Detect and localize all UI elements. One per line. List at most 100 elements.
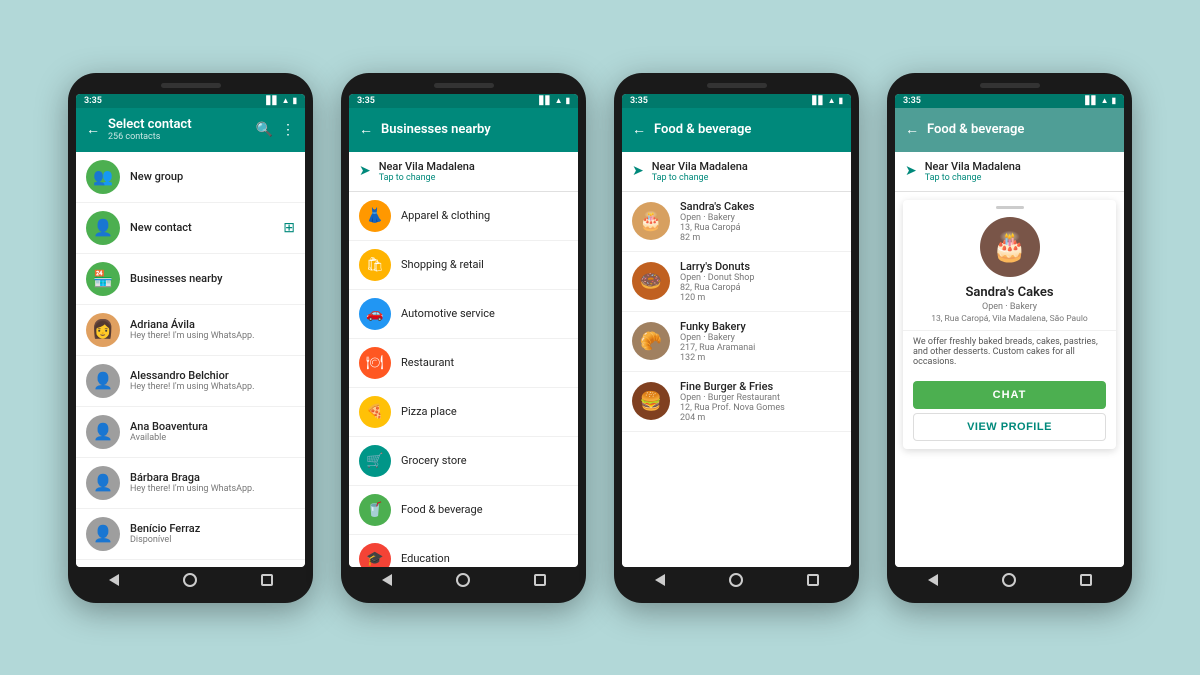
dist-burger: 204 m bbox=[680, 413, 785, 423]
category-pizza[interactable]: 🍕 Pizza place bbox=[349, 388, 578, 437]
status-bar-4: 3:35 ▋▋ ▲ ▮ bbox=[895, 94, 1124, 108]
recent-nav-1[interactable] bbox=[259, 572, 275, 588]
contact-alessandro[interactable]: 👤 Alessandro Belchior Hey there! I'm usi… bbox=[76, 356, 305, 407]
category-education[interactable]: 🎓 Education bbox=[349, 535, 578, 567]
more-icon-1[interactable]: ⋮ bbox=[281, 122, 295, 138]
contact-benicio[interactable]: 👤 Benício Ferraz Disponível bbox=[76, 509, 305, 560]
businesses-nearby-item[interactable]: 🏪 Businesses nearby bbox=[76, 254, 305, 305]
category-auto[interactable]: 🚗 Automotive service bbox=[349, 290, 578, 339]
status-alessandro: Hey there! I'm using WhatsApp. bbox=[130, 382, 254, 392]
search-icon-1[interactable]: 🔍 bbox=[256, 122, 273, 138]
location-info-4: Near Vila Madalena Tap to change bbox=[925, 160, 1021, 183]
category-grocery[interactable]: 🛒 Grocery store bbox=[349, 437, 578, 486]
status-icons-4: ▋▋ ▲ ▮ bbox=[1085, 96, 1116, 105]
back-icon-2[interactable]: ← bbox=[359, 121, 373, 138]
business-sandras[interactable]: 🎂 Sandra's Cakes Open · Bakery 13, Rua C… bbox=[622, 192, 851, 252]
back-nav-1[interactable] bbox=[106, 572, 122, 588]
location-name-4: Near Vila Madalena bbox=[925, 160, 1021, 173]
back-nav-2[interactable] bbox=[379, 572, 395, 588]
app-bar-4: ← Food & beverage bbox=[895, 108, 1124, 152]
avatar-burger: 🍔 bbox=[632, 382, 670, 420]
contact-adriana[interactable]: 👩 Adriana Ávila Hey there! I'm using Wha… bbox=[76, 305, 305, 356]
location-bar-2[interactable]: ➤ Near Vila Madalena Tap to change bbox=[349, 152, 578, 192]
location-icon-3: ➤ bbox=[632, 163, 644, 179]
home-nav-3[interactable] bbox=[728, 572, 744, 588]
contact-ana[interactable]: 👤 Ana Boaventura Available bbox=[76, 407, 305, 458]
category-list: ➤ Near Vila Madalena Tap to change 👗 App… bbox=[349, 152, 578, 567]
recent-nav-4[interactable] bbox=[1078, 572, 1094, 588]
avatar-sandras: 🎂 bbox=[632, 202, 670, 240]
location-info-2: Near Vila Madalena Tap to change bbox=[379, 160, 475, 183]
app-bar-title-1: Select contact 256 contacts bbox=[108, 117, 248, 142]
food-label: Food & beverage bbox=[401, 503, 483, 516]
back-icon-3[interactable]: ← bbox=[632, 121, 646, 138]
auto-label: Automotive service bbox=[401, 307, 495, 320]
status-bar-1: 3:35 ▋▋ ▲ ▮ bbox=[76, 94, 305, 108]
time-3: 3:35 bbox=[630, 96, 648, 106]
info-larrys: Larry's Donuts Open · Donut Shop 82, Rua… bbox=[680, 260, 754, 303]
qr-icon: ⊞ bbox=[283, 220, 295, 236]
category-restaurant[interactable]: 🍽 Restaurant bbox=[349, 339, 578, 388]
new-contact-icon: 👤 bbox=[86, 211, 120, 245]
avatar-ana: 👤 bbox=[86, 415, 120, 449]
home-nav-2[interactable] bbox=[455, 572, 471, 588]
status-icons-1: ▋▋ ▲ ▮ bbox=[266, 96, 297, 105]
view-profile-button[interactable]: VIEW PROFILE bbox=[913, 413, 1106, 441]
detail-type: Open · Bakery bbox=[903, 300, 1116, 314]
location-bar-3[interactable]: ➤ Near Vila Madalena Tap to change bbox=[622, 152, 851, 192]
phone-speaker-4 bbox=[980, 83, 1040, 88]
battery-icon-1: ▮ bbox=[293, 96, 297, 105]
type-sandras: Open · Bakery bbox=[680, 213, 754, 223]
info-sandras: Sandra's Cakes Open · Bakery 13, Rua Car… bbox=[680, 200, 754, 243]
auto-icon: 🚗 bbox=[359, 298, 391, 330]
app-bar-icons-1: 🔍 ⋮ bbox=[256, 122, 295, 138]
recent-nav-2[interactable] bbox=[532, 572, 548, 588]
education-label: Education bbox=[401, 552, 450, 565]
business-larrys[interactable]: 🍩 Larry's Donuts Open · Donut Shop 82, R… bbox=[622, 252, 851, 312]
business-funky[interactable]: 🥐 Funky Bakery Open · Bakery 217, Rua Ar… bbox=[622, 312, 851, 372]
businesses-icon: 🏪 bbox=[86, 262, 120, 296]
contact-barbara[interactable]: 👤 Bárbara Braga Hey there! I'm using Wha… bbox=[76, 458, 305, 509]
nav-bar-3 bbox=[622, 567, 851, 593]
phone-speaker-2 bbox=[434, 83, 494, 88]
contact-douglas[interactable]: 👨 Douglas ✌ bbox=[76, 560, 305, 567]
screen-subtitle-1: 256 contacts bbox=[108, 132, 248, 142]
type-funky: Open · Bakery bbox=[680, 333, 755, 343]
detail-description: We offer freshly baked breads, cakes, pa… bbox=[903, 330, 1116, 373]
home-nav-4[interactable] bbox=[1001, 572, 1017, 588]
nav-bar-1 bbox=[76, 567, 305, 593]
app-bar-2: ← Businesses nearby bbox=[349, 108, 578, 152]
business-burger[interactable]: 🍔 Fine Burger & Fries Open · Burger Rest… bbox=[622, 372, 851, 432]
chat-button[interactable]: CHAT bbox=[913, 381, 1106, 409]
back-nav-4[interactable] bbox=[925, 572, 941, 588]
back-icon-1[interactable]: ← bbox=[86, 121, 100, 138]
grocery-icon: 🛒 bbox=[359, 445, 391, 477]
addr-sandras: 13, Rua Caropá bbox=[680, 223, 754, 233]
new-group-info: New group bbox=[130, 170, 183, 183]
name-benicio: Benício Ferraz bbox=[130, 522, 200, 535]
businesses-label: Businesses nearby bbox=[130, 272, 223, 285]
home-nav-1[interactable] bbox=[182, 572, 198, 588]
category-shopping[interactable]: 🛍 Shopping & retail bbox=[349, 241, 578, 290]
location-action-3: Tap to change bbox=[652, 173, 748, 183]
dist-larrys: 120 m bbox=[680, 293, 754, 303]
back-nav-3[interactable] bbox=[652, 572, 668, 588]
dist-funky: 132 m bbox=[680, 353, 755, 363]
avatar-benicio: 👤 bbox=[86, 517, 120, 551]
apparel-label: Apparel & clothing bbox=[401, 209, 490, 222]
phone-speaker-1 bbox=[161, 83, 221, 88]
status-ana: Available bbox=[130, 433, 208, 443]
avatar-larrys: 🍩 bbox=[632, 262, 670, 300]
restaurant-icon: 🍽 bbox=[359, 347, 391, 379]
recent-nav-3[interactable] bbox=[805, 572, 821, 588]
location-action-2: Tap to change bbox=[379, 173, 475, 183]
new-group-item[interactable]: 👥 New group bbox=[76, 152, 305, 203]
category-food[interactable]: 🥤 Food & beverage bbox=[349, 486, 578, 535]
name-barbara: Bárbara Braga bbox=[130, 471, 254, 484]
back-icon-4[interactable]: ← bbox=[905, 121, 919, 138]
new-contact-item[interactable]: 👤 New contact ⊞ bbox=[76, 203, 305, 254]
location-bar-4[interactable]: ➤ Near Vila Madalena Tap to change bbox=[895, 152, 1124, 192]
category-apparel[interactable]: 👗 Apparel & clothing bbox=[349, 192, 578, 241]
avatar-funky: 🥐 bbox=[632, 322, 670, 360]
new-group-label: New group bbox=[130, 170, 183, 183]
